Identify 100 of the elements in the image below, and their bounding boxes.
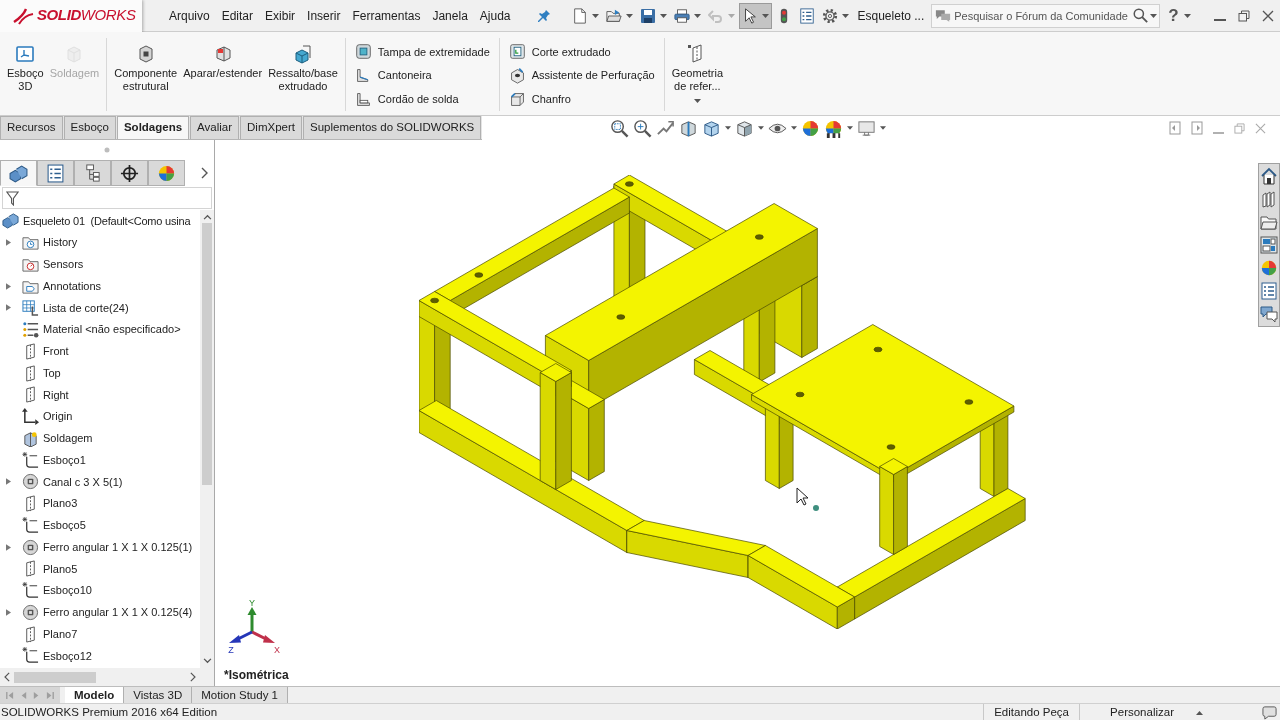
caret-icon[interactable]	[1183, 13, 1191, 18]
ribbon-button[interactable]: Corte extrudado	[505, 40, 614, 64]
color-ball-icon[interactable]	[1260, 259, 1278, 277]
tree-item[interactable]: Esboço1	[22, 451, 86, 469]
scrollbar-thumb[interactable]	[202, 223, 212, 485]
ribbon-button[interactable]: Chanfro	[505, 87, 574, 111]
tree-item[interactable]: History	[22, 234, 78, 252]
scroll-left-icon[interactable]	[4, 672, 11, 682]
expand-arrow-icon[interactable]	[6, 304, 11, 312]
search-icon[interactable]	[1133, 7, 1149, 23]
tab[interactable]: Esboço	[63, 116, 116, 139]
tree-item[interactable]: Front	[22, 342, 69, 360]
tree-item[interactable]: Esqueleto 01 (Default<Como usina	[0, 212, 191, 230]
scroll-right-icon[interactable]	[189, 672, 196, 682]
customize-button[interactable]: Personalizar	[1110, 703, 1174, 720]
ribbon-button[interactable]: Tampa de extremidade	[351, 40, 493, 64]
tree-item[interactable]: Plano7	[22, 625, 78, 643]
tile-right-icon[interactable]	[1191, 121, 1203, 135]
tree-item[interactable]: Soldagem	[22, 429, 93, 447]
tree-item[interactable]: Canal c 3 X 5(1)	[22, 473, 123, 491]
expand-arrow-icon[interactable]	[6, 608, 11, 616]
menu-item[interactable]: Inserir	[301, 4, 347, 27]
zoom-area-icon[interactable]	[633, 118, 653, 138]
chat-icon[interactable]	[1260, 305, 1278, 323]
balloon-icon[interactable]	[1261, 705, 1278, 720]
scroll-up-icon[interactable]	[202, 214, 212, 220]
caret-up-icon[interactable]	[1196, 710, 1203, 715]
ribbon-button[interactable]: Geometria de refer...	[668, 38, 727, 106]
scrollbar[interactable]	[0, 668, 214, 686]
tab[interactable]: Suplementos do SOLIDWORKS	[303, 116, 482, 139]
ribbon-button[interactable]: Esboço 3D	[4, 38, 47, 93]
ribbon-button[interactable]: Ressalto/base extrudado	[265, 38, 341, 93]
scene-ball-icon[interactable]	[824, 118, 844, 138]
tree-item[interactable]: Material <não especificado>	[22, 321, 181, 339]
expand-arrow-icon[interactable]	[6, 543, 11, 551]
tree-item[interactable]: Esboço12	[22, 647, 92, 665]
home-icon[interactable]	[1260, 167, 1278, 185]
caret-icon[interactable]	[880, 126, 887, 130]
menu-item[interactable]: Editar	[215, 4, 260, 27]
section-view-icon[interactable]	[679, 118, 699, 138]
panel-tab[interactable]	[74, 160, 111, 186]
tab[interactable]: Modelo	[65, 687, 125, 703]
tree-item[interactable]: Plano3	[22, 495, 78, 513]
menu-item[interactable]: Janela	[426, 4, 474, 27]
menu-item[interactable]: Exibir	[259, 4, 302, 27]
tab[interactable]: Motion Study 1	[192, 687, 288, 703]
view-cube-icon[interactable]	[702, 118, 722, 138]
panel-tab[interactable]	[111, 160, 148, 186]
menu-item[interactable]: Arquivo	[163, 4, 216, 27]
caret-icon[interactable]	[847, 126, 854, 130]
expand-arrow-icon[interactable]	[6, 282, 11, 290]
filter-field[interactable]	[2, 187, 212, 209]
tile-left-icon[interactable]	[1169, 121, 1181, 135]
ribbon-button[interactable]: Cordão de solda	[351, 87, 462, 111]
previous-view-icon[interactable]	[656, 118, 676, 138]
tree-item[interactable]: Annotations	[22, 277, 102, 295]
list-icon[interactable]	[1260, 282, 1278, 300]
tree-item[interactable]: Sensors	[22, 255, 84, 273]
shaded-cube-icon[interactable]	[735, 118, 755, 138]
tree-item[interactable]: Ferro angular 1 X 1 X 0.125(4)	[22, 603, 193, 621]
books-icon[interactable]	[1260, 190, 1278, 208]
tree-item[interactable]: Esboço10	[22, 582, 92, 600]
help-button[interactable]: ?	[1168, 7, 1179, 24]
tab[interactable]: Vistas 3D	[124, 687, 193, 703]
select-button[interactable]	[738, 2, 772, 29]
ribbon-button[interactable]: Assistente de Perfuração	[505, 63, 658, 88]
expand-arrow-icon[interactable]	[6, 239, 11, 247]
panel-tab[interactable]	[0, 160, 37, 186]
scrollbar-thumb[interactable]	[14, 671, 96, 683]
tree-item[interactable]: Esboço5	[22, 516, 86, 534]
scroll-down-icon[interactable]	[202, 658, 212, 664]
tree-item[interactable]: Lista de corte(24)	[22, 299, 129, 317]
caret-icon[interactable]	[1150, 13, 1158, 18]
ribbon-button[interactable]: Aparar/estender	[180, 38, 266, 80]
ribbon-button[interactable]: Componente estrutural	[111, 38, 181, 93]
caret-icon[interactable]	[758, 126, 765, 130]
tab[interactable]: Avaliar	[190, 116, 240, 139]
tree-item[interactable]: Right	[22, 386, 69, 404]
menu-item[interactable]: Ferramentas	[346, 4, 427, 27]
tab[interactable]: Recursos	[0, 116, 63, 139]
caret-icon[interactable]	[791, 126, 798, 130]
zoom-to-fit-icon[interactable]	[610, 118, 630, 138]
search-field[interactable]: Pesquisar o Fórum da Comunidade	[931, 3, 1161, 28]
view-palette-icon[interactable]	[1260, 236, 1278, 254]
monitor-icon[interactable]	[857, 118, 877, 138]
tab[interactable]: DimXpert	[240, 116, 302, 139]
color-ball-icon[interactable]	[801, 118, 821, 138]
tree-item[interactable]: Plano5	[22, 560, 78, 578]
folder-icon[interactable]	[1260, 213, 1278, 231]
caret-icon[interactable]	[725, 126, 732, 130]
expand-arrow-icon[interactable]	[6, 478, 11, 486]
tree-item[interactable]: Ferro angular 1 X 1 X 0.125(1)	[22, 538, 193, 556]
tab[interactable]: Soldagens	[116, 116, 190, 139]
ribbon-button[interactable]: Cantoneira	[351, 63, 435, 88]
chevron-right-icon[interactable]	[200, 166, 208, 179]
scrollbar[interactable]	[200, 210, 214, 668]
menu-item[interactable]: Ajuda	[473, 4, 517, 27]
tree-item[interactable]: Origin	[22, 408, 73, 426]
tree-item[interactable]: Top	[22, 364, 61, 382]
pin-icon[interactable]	[536, 8, 551, 23]
